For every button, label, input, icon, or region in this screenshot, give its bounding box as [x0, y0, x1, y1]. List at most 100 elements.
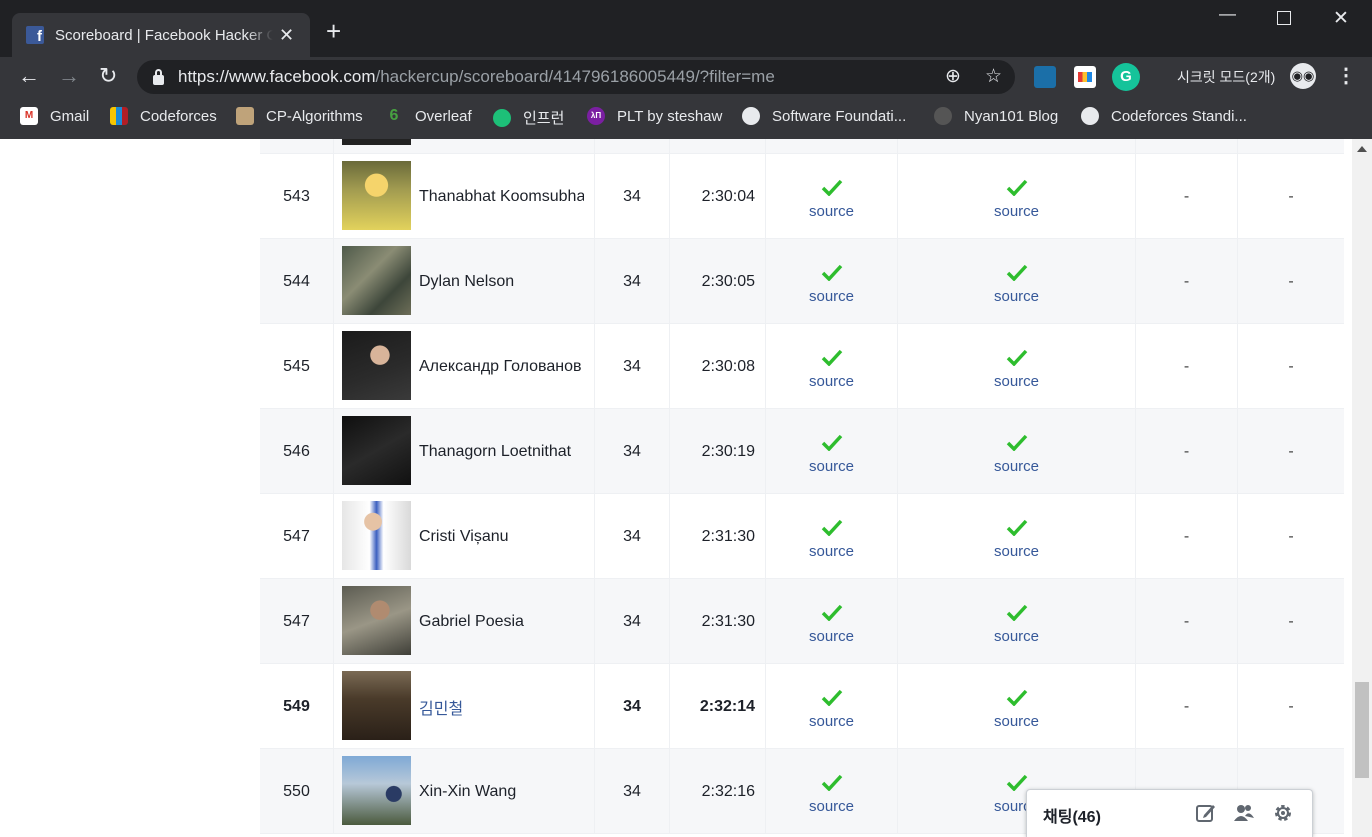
vertical-scrollbar[interactable] — [1352, 139, 1372, 837]
score-cell: 34 — [594, 154, 670, 239]
problem-4-cell: - — [1288, 272, 1294, 290]
source-link[interactable]: source — [994, 713, 1039, 730]
bookmark-plt[interactable]: λΠ PLT by steshaw — [587, 107, 722, 125]
contestant-name[interactable] — [419, 139, 584, 154]
avatar[interactable] — [342, 246, 411, 315]
bookmark-codeforces[interactable]: Codeforces — [110, 107, 217, 125]
penalty-time-cell: 2:31:30 — [670, 494, 766, 579]
browser-titlebar: f Scoreboard | Facebook Hacker Cup ✕ + —… — [0, 0, 1372, 57]
bookmark-cp-algorithms[interactable]: CP-Algorithms — [236, 107, 363, 125]
bookmark-nyan101[interactable]: Nyan101 Blog — [934, 107, 1058, 125]
penalty-time-cell: 2:30:19 — [670, 409, 766, 494]
tab-title: Scoreboard | Facebook Hacker Cup — [55, 26, 273, 44]
source-link[interactable]: source — [994, 543, 1039, 560]
avatar[interactable] — [342, 756, 411, 825]
contestant-name[interactable]: Xin-Xin Wang — [419, 749, 584, 834]
maximize-icon[interactable] — [1277, 11, 1291, 25]
contestant-name[interactable]: Gabriel Poesia — [419, 579, 584, 664]
source-link[interactable]: source — [809, 373, 854, 390]
forward-icon[interactable]: → — [58, 63, 80, 89]
avatar[interactable] — [342, 501, 411, 570]
avatar[interactable] — [342, 139, 411, 145]
source-link[interactable]: source — [994, 458, 1039, 475]
check-icon — [821, 519, 842, 536]
codeforces-icon — [110, 107, 128, 125]
bookmark-star-icon[interactable]: ☆ — [985, 65, 1002, 88]
chat-bar[interactable]: 채팅(46) — [1026, 789, 1313, 837]
reload-icon[interactable]: ↻ — [99, 63, 117, 89]
bookmark-codeforces-standings[interactable]: Codeforces Standi... — [1081, 107, 1247, 125]
chat-label[interactable]: 채팅(46) — [1043, 803, 1101, 827]
gmail-icon: M — [20, 107, 38, 125]
scoreboard-page: 543 Thanabhat Koomsubha 34 2:30:04 sourc… — [0, 139, 1352, 837]
source-link[interactable]: source — [809, 713, 854, 730]
problem-1-cell: source — [766, 579, 898, 664]
problem-3-cell: - — [1136, 239, 1238, 324]
close-window-icon[interactable]: ✕ — [1333, 7, 1349, 30]
table-row: 547 Gabriel Poesia 34 2:31:30 source sou… — [260, 579, 1344, 664]
contestant-name[interactable]: Thanagorn Loetnithat — [419, 409, 584, 494]
problem-2-cell: source — [898, 664, 1136, 749]
problem-1-cell: source — [766, 154, 898, 239]
contestant-name[interactable]: Cristi Vișanu — [419, 494, 584, 579]
source-link[interactable]: source — [809, 628, 854, 645]
bookmark-inflearn[interactable]: 인프런 — [493, 107, 564, 128]
source-link[interactable]: source — [994, 628, 1039, 645]
problem-3-cell: - — [1136, 409, 1238, 494]
inflearn-icon — [493, 108, 511, 127]
tab-scoreboard[interactable]: f Scoreboard | Facebook Hacker Cup ✕ — [12, 13, 310, 57]
rank-cell: 550 — [260, 749, 334, 834]
contestant-name[interactable]: Thanabhat Koomsubha — [419, 154, 584, 239]
avatar[interactable] — [342, 416, 411, 485]
problem-2-cell: source — [898, 494, 1136, 579]
source-link[interactable]: source — [994, 203, 1039, 220]
check-icon — [821, 689, 842, 706]
source-link[interactable]: source — [809, 288, 854, 305]
score-cell: 34 — [594, 664, 670, 749]
source-link[interactable]: source — [809, 203, 854, 220]
minimize-icon[interactable]: — — [1219, 4, 1236, 24]
problem-4-cell: - — [1288, 697, 1294, 715]
address-bar[interactable]: https://www.facebook.com/hackercup/score… — [137, 60, 1015, 94]
add-friends-icon[interactable] — [1233, 802, 1255, 824]
contestant-name[interactable]: Dylan Nelson — [419, 239, 584, 324]
check-icon — [1006, 349, 1027, 366]
table-row: 547 Cristi Vișanu 34 2:31:30 source sour… — [260, 494, 1344, 579]
gear-icon[interactable] — [1272, 802, 1294, 824]
globe-icon — [1081, 107, 1099, 125]
rank-cell — [260, 139, 334, 154]
extension-icon[interactable] — [1074, 66, 1096, 88]
grammarly-icon[interactable]: G — [1112, 63, 1140, 91]
close-tab-icon[interactable]: ✕ — [279, 25, 294, 46]
extension-icon[interactable] — [1034, 66, 1056, 88]
compose-icon[interactable] — [1195, 802, 1217, 824]
source-link[interactable]: source — [809, 458, 854, 475]
contestant-name[interactable]: 김민철 — [419, 664, 584, 749]
problem-1-cell: source — [766, 239, 898, 324]
bookmark-software-foundations[interactable]: Software Foundati... — [742, 107, 906, 125]
penalty-time-cell: 2:30:05 — [670, 239, 766, 324]
contestant-name[interactable]: Александр Голованов — [419, 324, 584, 409]
new-tab-button[interactable]: + — [326, 16, 341, 46]
check-icon — [1006, 179, 1027, 196]
avatar[interactable] — [342, 331, 411, 400]
avatar[interactable] — [342, 161, 411, 230]
zoom-icon[interactable]: ⊕ — [945, 65, 961, 88]
back-icon[interactable]: ← — [18, 63, 40, 89]
scrollbar-thumb[interactable] — [1355, 682, 1369, 778]
source-link[interactable]: source — [809, 798, 854, 815]
menu-icon[interactable]: ⋮ — [1336, 63, 1356, 88]
rank-cell: 547 — [260, 494, 334, 579]
scroll-up-icon[interactable] — [1357, 146, 1367, 152]
source-link[interactable]: source — [994, 373, 1039, 390]
source-link[interactable]: source — [809, 543, 854, 560]
source-link[interactable]: source — [994, 288, 1039, 305]
bookmark-overleaf[interactable]: 6 Overleaf — [385, 107, 472, 125]
url-text[interactable]: https://www.facebook.com/hackercup/score… — [178, 67, 775, 87]
incognito-icon[interactable]: ◉◉ — [1290, 63, 1316, 89]
avatar[interactable] — [342, 671, 411, 740]
bookmark-gmail[interactable]: M Gmail — [20, 107, 89, 125]
table-row: 546 Thanagorn Loetnithat 34 2:30:19 sour… — [260, 409, 1344, 494]
problem-2-cell: source — [898, 324, 1136, 409]
avatar[interactable] — [342, 586, 411, 655]
